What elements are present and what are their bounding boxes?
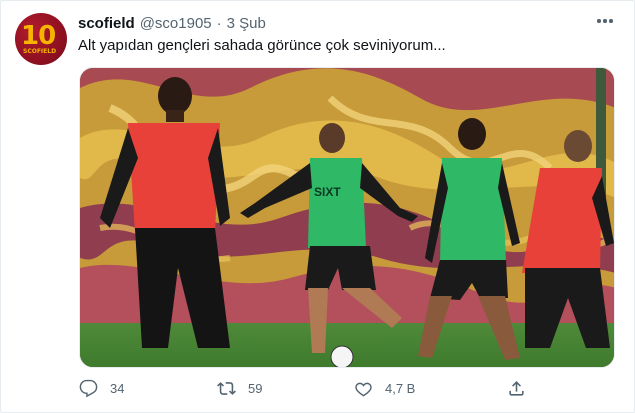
reply-count: 34 xyxy=(110,380,125,396)
avatar[interactable]: 10 SCOFIELD xyxy=(15,13,67,65)
retweet-button[interactable]: 59 xyxy=(217,377,262,399)
tweet-actions: 34 59 4,7 B xyxy=(79,377,549,399)
avatar-name: SCOFIELD xyxy=(23,48,57,55)
tweet-card[interactable]: 10 SCOFIELD scofield @sco1905 · 3 Şub Al… xyxy=(0,0,635,413)
retweet-icon xyxy=(217,381,236,395)
tweet-photo[interactable]: SIXT xyxy=(79,67,615,368)
user-handle[interactable]: @sco1905 xyxy=(140,15,212,32)
avatar-number: 10 xyxy=(21,21,56,51)
display-name[interactable]: scofield xyxy=(78,15,135,32)
training-photo: SIXT xyxy=(80,68,614,367)
like-count: 4,7 B xyxy=(385,380,416,396)
like-button[interactable]: 4,7 B xyxy=(354,377,415,399)
separator-dot: · xyxy=(216,14,222,32)
retweet-count: 59 xyxy=(248,380,263,396)
heart-icon xyxy=(355,382,372,396)
sponsor-logo: SIXT xyxy=(314,185,341,199)
share-button[interactable] xyxy=(507,377,526,399)
reply-button[interactable]: 34 xyxy=(79,377,124,399)
more-icon[interactable] xyxy=(592,11,618,31)
share-icon xyxy=(509,380,524,396)
tweet-text: Alt yapıdan gençleri sahada görünce çok … xyxy=(78,37,446,54)
reply-icon xyxy=(79,379,98,397)
tweet-timestamp[interactable]: 3 Şub xyxy=(227,15,266,32)
tweet-header: scofield @sco1905 · 3 Şub xyxy=(78,13,266,33)
